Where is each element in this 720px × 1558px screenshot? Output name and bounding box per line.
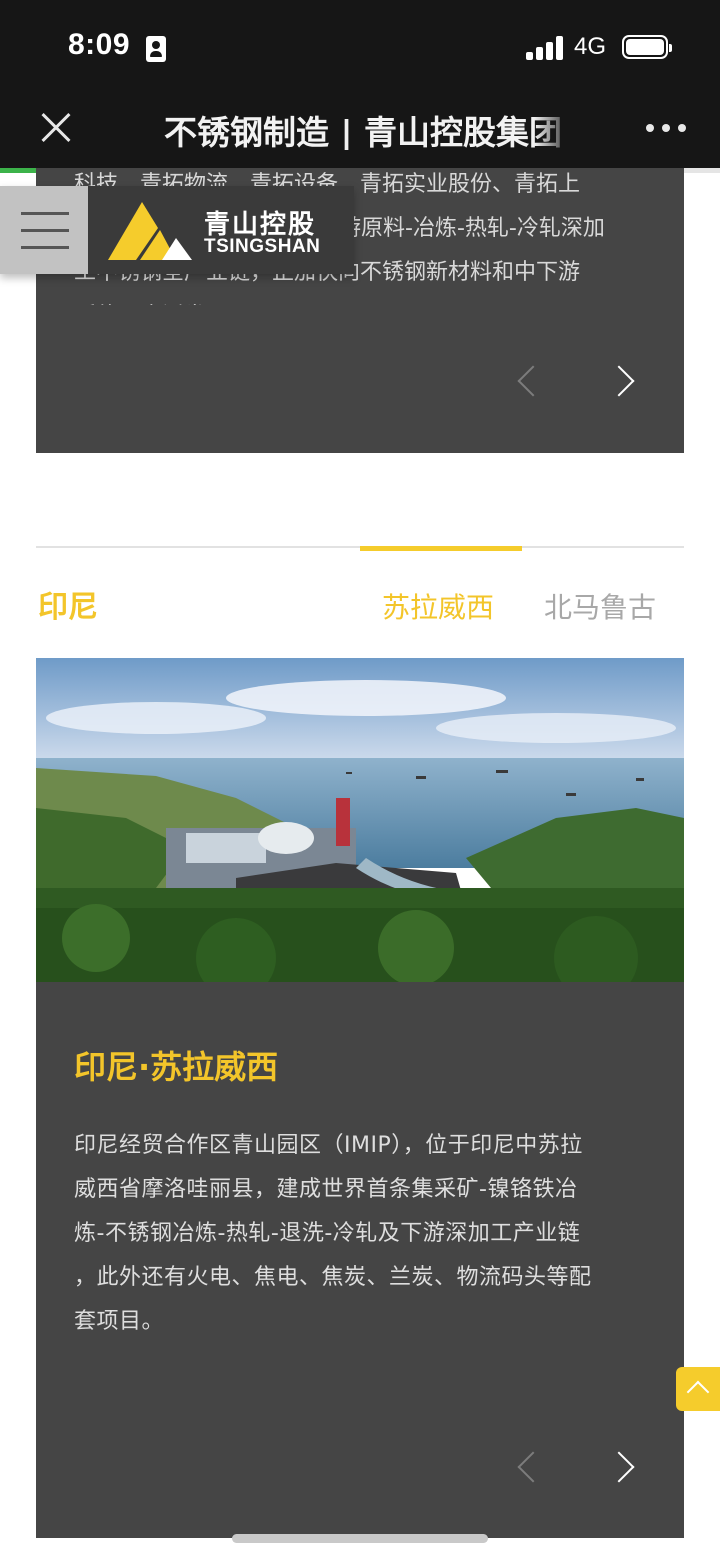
home-indicator xyxy=(232,1534,488,1543)
browser-nav-bar: 不锈钢制造 | 青山控股集团 xyxy=(0,92,720,168)
tsingshan-logo[interactable]: 青山控股 TSINGSHAN xyxy=(106,198,346,264)
tab-north-maluku[interactable]: 北马鲁古 xyxy=(544,586,656,626)
status-bar: 8:09 4G xyxy=(0,0,720,92)
card-body-line: 炼-不锈钢冶炼-热轧-退洗-冷轧及下游深加工产业链 xyxy=(74,1221,581,1246)
app-screen: 8:09 4G 不锈钢制造 | 青山控股集团 科技、青拓物流、青拓设备、青拓实业… xyxy=(0,0,720,1558)
more-icon[interactable] xyxy=(644,122,688,134)
region-title: 印尼 xyxy=(38,590,98,625)
status-time: 8:09 xyxy=(68,28,131,61)
card-body-line: ，此外还有火电、焦电、焦炭、兰炭、物流码头等配 xyxy=(74,1265,592,1290)
card-body-line: 套项目。 xyxy=(74,1309,165,1334)
page-title: 不锈钢制造 | 青山控股集团 xyxy=(164,106,574,150)
battery-icon xyxy=(622,35,672,59)
card-title: 印尼·苏拉威西 xyxy=(74,1048,279,1086)
logo-english-name: TSINGSHAN xyxy=(204,236,321,257)
card-body-line: 印尼经贸合作区青山园区（IMIP），位于印尼中苏拉 xyxy=(74,1133,583,1158)
signal-icon xyxy=(526,36,564,60)
prev-arrow-icon[interactable] xyxy=(512,364,542,394)
person-id-icon xyxy=(146,36,166,62)
active-tab-indicator xyxy=(360,546,522,551)
menu-icon xyxy=(21,212,69,215)
menu-icon xyxy=(21,246,69,249)
scroll-top-button[interactable] xyxy=(676,1367,720,1411)
industrial-park-photo xyxy=(36,658,684,982)
top-card-line: 延伸，广泛发展。 xyxy=(74,295,634,305)
card-body: 印尼经贸合作区青山园区（IMIP），位于印尼中苏拉 威西省摩洛哇丽县，建成世界首… xyxy=(74,1124,634,1344)
prev-arrow-icon[interactable] xyxy=(512,1450,542,1480)
menu-icon xyxy=(21,229,69,232)
site-header: 青山控股 TSINGSHAN xyxy=(0,186,354,274)
network-label: 4G xyxy=(574,33,607,60)
next-arrow-icon[interactable] xyxy=(608,364,638,394)
region-info-card: 印尼·苏拉威西 印尼经贸合作区青山园区（IMIP），位于印尼中苏拉 威西省摩洛哇… xyxy=(36,982,684,1538)
tab-sulawesi[interactable]: 苏拉威西 xyxy=(382,586,494,626)
next-arrow-icon[interactable] xyxy=(608,1450,638,1480)
logo-mark-icon xyxy=(108,202,192,260)
close-icon[interactable] xyxy=(36,108,76,148)
menu-button[interactable] xyxy=(0,186,88,274)
card-body-line: 威西省摩洛哇丽县，建成世界首条集采矿-镍铬铁冶 xyxy=(74,1177,578,1202)
